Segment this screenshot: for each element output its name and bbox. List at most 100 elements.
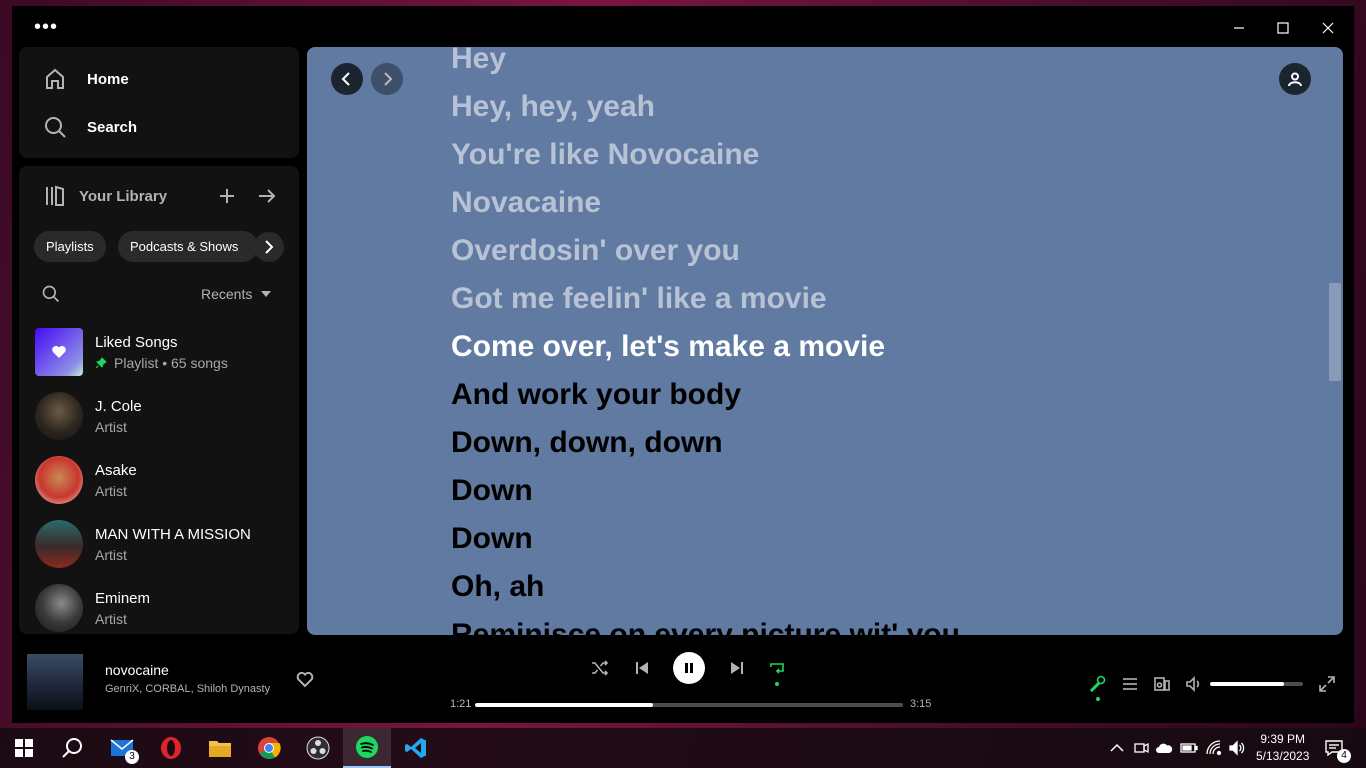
volume-slider[interactable] (1210, 682, 1303, 686)
spotify-icon (356, 736, 378, 758)
library-item-title: Asake (95, 461, 137, 479)
pin-icon (95, 356, 107, 368)
now-playing-cover[interactable] (27, 654, 83, 710)
repeat-active-indicator (775, 682, 779, 686)
lyric-line[interactable]: Got me feelin' like a movie (451, 275, 960, 323)
total-time: 3:15 (910, 698, 932, 710)
nav-search-label: Search (87, 118, 138, 136)
queue-button[interactable] (1118, 672, 1142, 696)
close-icon (1322, 22, 1334, 34)
notification-badge: 4 (1337, 749, 1351, 763)
title-bar: ••• (12, 6, 1354, 46)
lyric-line[interactable]: Hey (451, 47, 960, 83)
library-item-subtitle: Artist (95, 610, 127, 627)
like-button[interactable] (296, 670, 314, 693)
profile-button[interactable] (1279, 63, 1311, 95)
fullscreen-button[interactable] (1315, 672, 1339, 696)
lyric-line[interactable]: Oh, ah (451, 563, 960, 611)
close-button[interactable] (1305, 14, 1351, 42)
library-panel: Your Library Playlists Podcasts & Shows … (19, 166, 299, 634)
sort-dropdown[interactable]: Recents (201, 286, 272, 302)
chip-podcasts[interactable]: Podcasts & Shows (118, 231, 258, 262)
forward-button[interactable] (371, 63, 403, 95)
library-item-man-with-a-mission[interactable]: MAN WITH A MISSION Artist (35, 512, 295, 576)
maximize-button[interactable] (1260, 14, 1306, 42)
lyric-line[interactable]: Reminisce on every picture wit' you (451, 611, 960, 635)
lyric-line[interactable]: Down (451, 515, 960, 563)
lyrics-list: Hey Hey, hey, yeah You're like Novocaine… (451, 47, 960, 635)
library-item-subtitle: Artist (95, 546, 127, 563)
pause-button[interactable] (673, 652, 705, 684)
liked-songs-cover (35, 328, 83, 376)
library-item-jcole[interactable]: J. Cole Artist (35, 384, 295, 448)
onedrive-icon[interactable] (1155, 739, 1173, 757)
minimize-button[interactable] (1216, 14, 1262, 42)
library-item-eminem[interactable]: Eminem Artist (35, 576, 295, 634)
library-header[interactable]: Your Library (43, 184, 167, 208)
chevron-up-icon[interactable] (1108, 739, 1126, 757)
lyrics-button[interactable] (1086, 672, 1110, 696)
expand-library-button[interactable] (255, 184, 279, 208)
mail-badge: 3 (125, 750, 139, 764)
nav-home[interactable]: Home (43, 65, 129, 93)
chevron-left-icon (341, 72, 350, 86)
scrollbar[interactable] (1329, 283, 1341, 381)
lyric-line[interactable]: Down, down, down (451, 419, 960, 467)
expand-icon (1319, 676, 1335, 692)
library-search-button[interactable] (41, 284, 61, 309)
taskbar-search-button[interactable] (48, 728, 96, 768)
system-clock[interactable]: 9:39 PM 5/13/2023 (1256, 731, 1309, 765)
library-item-subtitle: Artist (95, 418, 127, 435)
user-icon (1288, 72, 1302, 87)
nav-search[interactable]: Search (43, 113, 137, 141)
shuffle-button[interactable] (588, 656, 612, 680)
taskbar-mail[interactable]: 3 (98, 728, 146, 768)
lyric-line[interactable]: Down (451, 467, 960, 515)
taskbar-file-explorer[interactable] (196, 728, 244, 768)
chrome-icon (258, 737, 281, 759)
taskbar-obs[interactable] (294, 728, 342, 768)
taskbar-spotify[interactable] (343, 728, 391, 768)
volume-icon (1186, 676, 1200, 692)
app-menu-icon[interactable]: ••• (34, 16, 58, 39)
clock-time: 9:39 PM (1260, 732, 1306, 746)
arrow-right-icon (259, 189, 276, 203)
lyric-line[interactable]: Hey, hey, yeah (451, 83, 960, 131)
chips-scroll-right-button[interactable] (254, 232, 284, 262)
taskbar-chrome[interactable] (245, 728, 293, 768)
back-button[interactable] (331, 63, 363, 95)
lyric-line[interactable]: Novacaine (451, 179, 960, 227)
now-playing-artist[interactable]: GenriX, CORBAL, Shiloh Dynasty (105, 683, 270, 695)
lyric-line[interactable]: Overdosin' over you (451, 227, 960, 275)
create-playlist-button[interactable] (215, 184, 239, 208)
progress-bar[interactable] (475, 703, 903, 707)
notification-center-button[interactable]: 4 (1314, 728, 1354, 768)
windows-icon (15, 739, 33, 757)
chevron-right-icon (384, 72, 393, 86)
minimize-icon (1234, 27, 1244, 29)
caret-down-icon (261, 291, 272, 297)
library-item-title: Liked Songs (95, 333, 178, 351)
repeat-button[interactable] (765, 656, 789, 680)
library-item-subtitle: Artist (95, 482, 127, 499)
meet-now-icon[interactable] (1132, 739, 1150, 757)
volume-button[interactable] (1182, 672, 1206, 696)
taskbar-opera[interactable] (147, 728, 195, 768)
library-item-liked-songs[interactable]: Liked Songs Playlist • 65 songs (35, 320, 295, 384)
connect-device-button[interactable] (1150, 672, 1174, 696)
now-playing-title[interactable]: novocaine (105, 662, 169, 678)
lyric-line[interactable]: And work your body (451, 371, 960, 419)
previous-button[interactable] (630, 656, 654, 680)
next-button[interactable] (725, 656, 749, 680)
wifi-icon[interactable] (1205, 739, 1223, 757)
speaker-icon[interactable] (1228, 739, 1246, 757)
battery-icon[interactable] (1180, 739, 1198, 757)
lyric-line-current[interactable]: Come over, let's make a movie (451, 323, 960, 371)
heart-icon (52, 346, 66, 358)
taskbar-vscode[interactable] (392, 728, 440, 768)
start-button[interactable] (0, 728, 48, 768)
lyric-line[interactable]: You're like Novocaine (451, 131, 960, 179)
chip-playlists[interactable]: Playlists (34, 231, 106, 262)
library-item-asake[interactable]: Asake Artist (35, 448, 295, 512)
search-icon (42, 285, 60, 303)
